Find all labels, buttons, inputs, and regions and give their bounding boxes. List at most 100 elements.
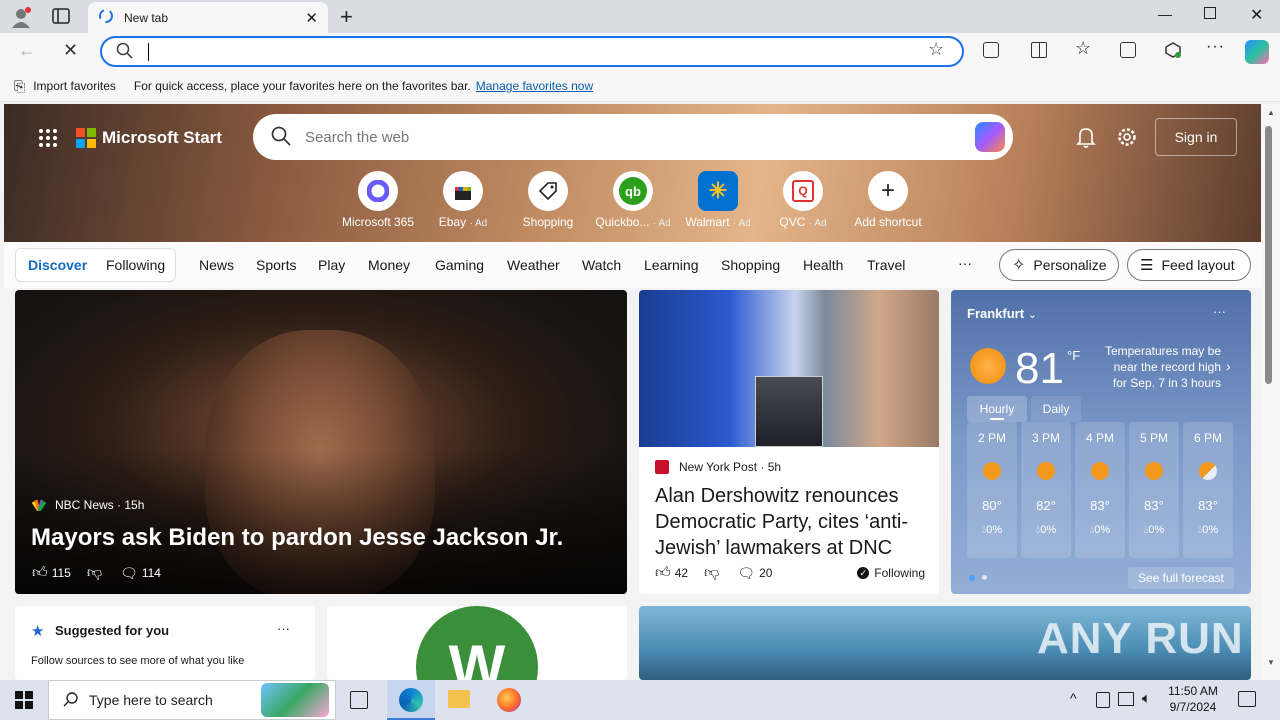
weather-alert[interactable]: Temperatures may be near the record high… — [1099, 343, 1221, 391]
nav-news[interactable]: News — [199, 257, 234, 273]
file-explorer-icon[interactable] — [448, 690, 470, 708]
nav-weather[interactable]: Weather — [507, 257, 560, 273]
back-icon[interactable]: ← — [18, 40, 36, 61]
personalize-button[interactable]: ✧ Personalize — [999, 249, 1119, 281]
notifications-icon[interactable] — [1238, 691, 1256, 707]
clock[interactable]: 11:50 AM 9/7/2024 — [1163, 683, 1223, 715]
shortcut-microsoft-365[interactable]: Microsoft 365 — [338, 171, 418, 229]
nav-sports[interactable]: Sports — [256, 257, 296, 273]
shortcut-ebay[interactable]: Ebay · Ad — [423, 171, 503, 229]
shortcut-quickbooks[interactable]: qb Quickbo... · Ad — [593, 171, 673, 229]
news-headline[interactable]: Alan Dershowitz renounces Democratic Par… — [655, 483, 930, 561]
windows-taskbar: Type here to search ^ 🔈︎ 11:50 AM 9/7/20… — [0, 680, 1280, 720]
dislike-icon[interactable]: 👎︎ — [704, 564, 719, 582]
profile-icon[interactable] — [10, 6, 32, 28]
nav-gaming[interactable]: Gaming — [435, 257, 484, 273]
nav-more-button[interactable]: ··· — [958, 255, 972, 271]
firefox-icon[interactable] — [497, 688, 521, 712]
nav-shopping[interactable]: Shopping — [721, 257, 780, 273]
news-photo — [639, 290, 939, 447]
tab-daily[interactable]: Daily — [1031, 396, 1081, 422]
network-icon[interactable] — [1118, 692, 1134, 706]
story-source: NBC News — [55, 498, 114, 512]
taskbar-search-box[interactable]: Type here to search — [48, 680, 336, 720]
following-badge[interactable]: ✓ Following — [857, 566, 925, 580]
address-bar[interactable]: ☆ — [100, 36, 964, 67]
sign-in-button[interactable]: Sign in — [1155, 118, 1237, 156]
chevron-right-icon[interactable]: › — [1226, 358, 1231, 374]
minimize-icon[interactable]: — — [1158, 6, 1172, 22]
shortcut-walmart[interactable]: ✳ Walmart · Ad — [678, 171, 758, 229]
collections-icon[interactable] — [1120, 42, 1136, 58]
image-card[interactable]: ANY RUN — [639, 606, 1251, 680]
suggested-more-icon[interactable]: ··· — [277, 621, 290, 636]
weather-card[interactable]: Frankfurt ⌄ ··· 81 °F Temperatures may b… — [951, 290, 1251, 594]
copilot-icon[interactable] — [1245, 40, 1269, 64]
scroll-up-icon[interactable]: ▲ — [1267, 108, 1275, 117]
comment-count: 20 — [759, 566, 773, 580]
like-icon[interactable]: 👍︎ — [655, 564, 671, 582]
restore-icon[interactable] — [1204, 7, 1216, 19]
app-launcher-icon[interactable] — [38, 128, 58, 148]
device-icon[interactable] — [1096, 692, 1110, 708]
tab-hourly[interactable]: Hourly — [967, 396, 1027, 422]
extensions-icon[interactable] — [983, 42, 999, 58]
scroll-down-icon[interactable]: ▼ — [1267, 658, 1275, 667]
split-screen-icon[interactable] — [1031, 42, 1047, 58]
web-search-box[interactable]: Search the web — [253, 114, 1013, 160]
nav-learning[interactable]: Learning — [644, 257, 699, 273]
shortcut-shopping[interactable]: Shopping — [508, 171, 588, 229]
nav-play[interactable]: Play — [318, 257, 345, 273]
nav-health[interactable]: Health — [803, 257, 843, 273]
browser-essentials-icon[interactable] — [1164, 41, 1182, 59]
tab-actions-icon[interactable] — [52, 8, 70, 24]
close-tab-icon[interactable]: ✕ — [305, 9, 318, 27]
sun-icon — [983, 462, 1001, 480]
nav-watch[interactable]: Watch — [582, 257, 621, 273]
news-age: · 5h — [760, 460, 782, 474]
import-favorites-button[interactable]: Import favorites — [33, 79, 116, 93]
shortcut-qvc[interactable]: Q QVC · Ad — [763, 171, 843, 229]
feed-layout-button[interactable]: ☰ Feed layout — [1127, 249, 1251, 281]
settings-gear-icon[interactable] — [1116, 126, 1138, 148]
story-headline[interactable]: Mayors ask Biden to pardon Jesse Jackson… — [31, 524, 563, 552]
copilot-icon[interactable] — [975, 122, 1005, 152]
nypost-icon — [655, 460, 669, 474]
nav-money[interactable]: Money — [368, 257, 410, 273]
tab-discover[interactable]: Discover — [28, 257, 87, 273]
new-tab-icon[interactable]: + — [340, 4, 353, 30]
volume-icon[interactable]: 🔈︎ — [1142, 690, 1151, 707]
weather-city[interactable]: Frankfurt ⌄ — [967, 306, 1037, 321]
news-card[interactable]: New York Post · 5h Alan Dershowitz renou… — [639, 290, 939, 594]
stop-icon[interactable]: ✕ — [63, 40, 78, 61]
scrollbar-thumb[interactable] — [1265, 126, 1272, 384]
page-dot[interactable] — [982, 575, 987, 580]
page-dot-active[interactable] — [969, 575, 975, 581]
see-full-forecast-link[interactable]: See full forecast — [1128, 567, 1234, 589]
quickbooks-icon: qb — [613, 171, 653, 211]
page-scrollbar[interactable]: ▲ ▼ — [1261, 104, 1280, 680]
task-view-icon[interactable] — [350, 691, 368, 709]
favorites-icon[interactable]: ☆ — [1075, 38, 1091, 59]
shortcut-add[interactable]: + Add shortcut — [848, 171, 928, 229]
close-window-icon[interactable]: ✕ — [1250, 5, 1263, 25]
text-cursor — [148, 43, 149, 61]
lead-story-card[interactable]: NBC News · 15h Mayors ask Biden to pardo… — [15, 290, 627, 594]
show-hidden-icons[interactable]: ^ — [1070, 690, 1077, 706]
weather-more-icon[interactable]: ··· — [1213, 304, 1226, 319]
nav-travel[interactable]: Travel — [867, 257, 905, 273]
like-icon[interactable]: 👍︎ — [32, 564, 48, 582]
tab-new-tab[interactable]: New tab ✕ — [88, 2, 328, 33]
dislike-icon[interactable]: 👎︎ — [87, 564, 102, 582]
add-favorite-icon[interactable]: ☆ — [928, 39, 944, 60]
comment-icon[interactable]: 🗨︎ — [737, 565, 755, 582]
comment-icon[interactable]: 🗨︎ — [120, 565, 138, 582]
settings-more-icon[interactable]: ··· — [1206, 38, 1225, 56]
promo-card[interactable]: W — [327, 606, 627, 680]
windows-start-icon[interactable] — [15, 691, 33, 709]
tab-following[interactable]: Following — [106, 257, 165, 273]
brand-title[interactable]: Microsoft Start — [102, 128, 222, 148]
taskbar-edge[interactable] — [387, 680, 435, 720]
manage-favorites-link[interactable]: Manage favorites now — [476, 79, 593, 93]
notifications-bell-icon[interactable] — [1076, 126, 1096, 148]
